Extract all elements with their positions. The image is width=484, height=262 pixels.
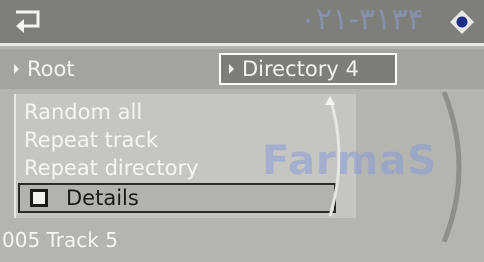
menu-item-repeat-directory[interactable]: Repeat directory: [24, 154, 199, 182]
current-track-label: 005 Track 5: [2, 228, 118, 252]
dial-arc: [441, 92, 462, 242]
menu-item-details[interactable]: Details: [18, 183, 336, 213]
tab-directory-label: Directory 4: [242, 57, 359, 81]
tab-root-label: Root: [27, 57, 75, 81]
details-label: Details: [66, 186, 139, 210]
tab-bar: Root Directory 4: [0, 49, 484, 89]
tab-root[interactable]: Root: [4, 53, 212, 85]
top-bar: ۰۲۱-۳۱۳۴: [0, 0, 484, 46]
checkbox-icon: [30, 189, 48, 207]
chevron-right-icon: [229, 64, 234, 74]
navigation-dial-icon[interactable]: [449, 9, 475, 35]
chevron-right-icon: [14, 64, 19, 74]
menu-item-random-all[interactable]: Random all: [24, 98, 142, 126]
watermark: FarmaS: [262, 138, 438, 184]
back-arrow-icon[interactable]: [12, 8, 42, 34]
menu-item-repeat-track[interactable]: Repeat track: [24, 126, 158, 154]
tab-directory[interactable]: Directory 4: [219, 53, 397, 85]
header-watermark: ۰۲۱-۳۱۳۴: [300, 2, 424, 37]
